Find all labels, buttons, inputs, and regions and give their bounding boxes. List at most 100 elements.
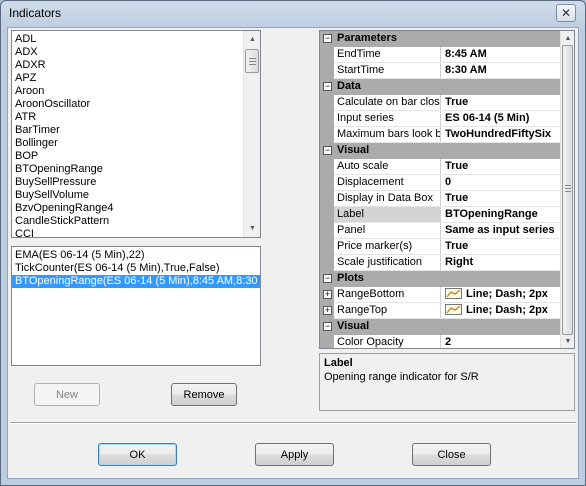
property-value-text: Line; Dash; 2px [466, 304, 548, 316]
property-value[interactable]: 8:45 AM [442, 47, 559, 63]
property-row[interactable]: Auto scale True [320, 159, 574, 175]
property-name: Displacement [334, 175, 441, 191]
indicator-list-item[interactable]: BuySellVolume [12, 189, 260, 202]
collapse-icon[interactable]: − [323, 34, 332, 43]
property-row[interactable]: Calculate on bar close True [320, 95, 574, 111]
window-close-button[interactable]: ✕ [556, 4, 576, 22]
row-gutter [320, 255, 334, 271]
property-row[interactable]: Label BTOpeningRange [320, 207, 574, 223]
applied-indicator-item[interactable]: TickCounter(ES 06-14 (5 Min),True,False) [12, 262, 260, 275]
property-row[interactable]: Input series ES 06-14 (5 Min) [320, 111, 574, 127]
row-gutter [320, 47, 334, 63]
property-value[interactable]: True [442, 239, 559, 255]
grid-scroll-thumb[interactable] [562, 45, 573, 335]
property-value[interactable]: Right [442, 255, 559, 271]
property-row[interactable]: + RangeTop Line; Dash; 2px [320, 303, 574, 319]
expand-icon[interactable]: + [323, 306, 332, 315]
property-row[interactable]: + RangeBottom Line; Dash; 2px [320, 287, 574, 303]
property-category[interactable]: − Data [320, 79, 574, 95]
property-row[interactable]: Color Opacity 2 [320, 335, 574, 348]
property-grid-scrollbar[interactable]: ▲ ▼ [560, 31, 574, 348]
property-value[interactable]: TwoHundredFiftySix [442, 127, 559, 143]
close-button[interactable]: Close [412, 443, 491, 466]
available-indicators-list[interactable]: ADL ADX ADXR APZ Aroon AroonOscillator ATR BarT… [11, 30, 261, 238]
new-button[interactable]: New [34, 383, 100, 406]
plot-style-icon [445, 304, 462, 315]
indicator-list-item[interactable]: BOP [12, 150, 260, 163]
category-label: Plots [337, 272, 364, 284]
indicator-list-item[interactable]: AroonOscillator [12, 98, 260, 111]
row-gutter [320, 159, 334, 175]
indicator-list-item[interactable]: CandleStickPattern [12, 215, 260, 228]
property-value-text: True [445, 96, 469, 108]
scroll-up-icon[interactable]: ▲ [244, 31, 260, 48]
property-value[interactable]: ES 06-14 (5 Min) [442, 111, 559, 127]
indicator-list-item[interactable]: ATR [12, 111, 260, 124]
property-name: Input series [334, 111, 441, 127]
property-category[interactable]: − Plots [320, 271, 574, 287]
property-name: Auto scale [334, 159, 441, 175]
grid-scroll-down-icon[interactable]: ▼ [561, 334, 574, 348]
indicator-list-item[interactable]: Bollinger [12, 137, 260, 150]
property-value[interactable]: Line; Dash; 2px [442, 303, 559, 319]
grid-scroll-up-icon[interactable]: ▲ [561, 31, 574, 45]
property-name: RangeBottom [334, 287, 441, 303]
indicator-list-item[interactable]: CCI [12, 228, 260, 237]
indicator-list-item[interactable]: ADXR [12, 59, 260, 72]
property-value[interactable]: BTOpeningRange [442, 207, 559, 223]
property-row[interactable]: Price marker(s) True [320, 239, 574, 255]
applied-indicator-item[interactable]: BTOpeningRange(ES 06-14 (5 Min),8:45 AM,… [12, 275, 260, 288]
remove-button[interactable]: Remove [171, 383, 237, 406]
indicator-list-item[interactable]: BarTimer [12, 124, 260, 137]
expand-icon[interactable]: + [323, 290, 332, 299]
description-body: Opening range indicator for S/R [324, 371, 479, 383]
property-category[interactable]: − Parameters [320, 31, 574, 47]
property-row[interactable]: StartTime 8:30 AM [320, 63, 574, 79]
collapse-icon[interactable]: − [323, 146, 332, 155]
applied-indicator-item[interactable]: EMA(ES 06-14 (5 Min),22) [12, 249, 260, 262]
property-value[interactable]: True [442, 95, 559, 111]
property-value-text: BTOpeningRange [445, 208, 538, 220]
property-value[interactable]: True [442, 159, 559, 175]
property-value-text: TwoHundredFiftySix [445, 128, 552, 140]
apply-button[interactable]: Apply [255, 443, 334, 466]
property-value[interactable]: True [442, 191, 559, 207]
collapse-icon[interactable]: − [323, 82, 332, 91]
property-name: Label [334, 207, 441, 223]
indicator-list-item[interactable]: Aroon [12, 85, 260, 98]
scroll-thumb[interactable] [245, 49, 259, 73]
property-grid[interactable]: − Parameters EndTime 8:45 AM StartTime 8:30 A… [319, 30, 575, 349]
ok-button[interactable]: OK [98, 443, 177, 466]
property-row[interactable]: Scale justification Right [320, 255, 574, 271]
property-name: Panel [334, 223, 441, 239]
property-value[interactable]: 8:30 AM [442, 63, 559, 79]
property-category[interactable]: − Visual [320, 143, 574, 159]
property-value[interactable]: Line; Dash; 2px [442, 287, 559, 303]
row-gutter [320, 191, 334, 207]
indicators-scrollbar[interactable]: ▲ ▼ [243, 31, 260, 237]
property-row[interactable]: Maximum bars look back TwoHundredFiftySix [320, 127, 574, 143]
title-bar[interactable]: Indicators ✕ [1, 1, 585, 27]
indicator-list-item[interactable]: ADL [12, 33, 260, 46]
property-value[interactable]: 2 [442, 335, 559, 348]
property-category[interactable]: − Visual [320, 319, 574, 335]
collapse-icon[interactable]: − [323, 322, 332, 331]
applied-indicators-list[interactable]: EMA(ES 06-14 (5 Min),22) TickCounter(ES 0… [11, 246, 261, 366]
indicator-list-item[interactable]: BzvOpeningRange4 [12, 202, 260, 215]
indicator-list-item[interactable]: BTOpeningRange [12, 163, 260, 176]
property-row[interactable]: EndTime 8:45 AM [320, 47, 574, 63]
indicator-list-item[interactable]: ADX [12, 46, 260, 59]
property-value-text: 8:30 AM [445, 64, 487, 76]
property-row[interactable]: Displacement 0 [320, 175, 574, 191]
property-row[interactable]: Panel Same as input series [320, 223, 574, 239]
property-value[interactable]: Same as input series [442, 223, 559, 239]
row-gutter [320, 95, 334, 111]
scroll-down-icon[interactable]: ▼ [244, 220, 260, 237]
indicator-list-item[interactable]: APZ [12, 72, 260, 85]
indicator-list-item[interactable]: BuySellPressure [12, 176, 260, 189]
collapse-icon[interactable]: − [323, 274, 332, 283]
property-row[interactable]: Display in Data Box True [320, 191, 574, 207]
property-value-text: Line; Dash; 2px [466, 288, 548, 300]
indicators-window: Indicators ✕ ADL ADX ADXR APZ Aroon AroonOsci… [0, 0, 586, 486]
property-value[interactable]: 0 [442, 175, 559, 191]
